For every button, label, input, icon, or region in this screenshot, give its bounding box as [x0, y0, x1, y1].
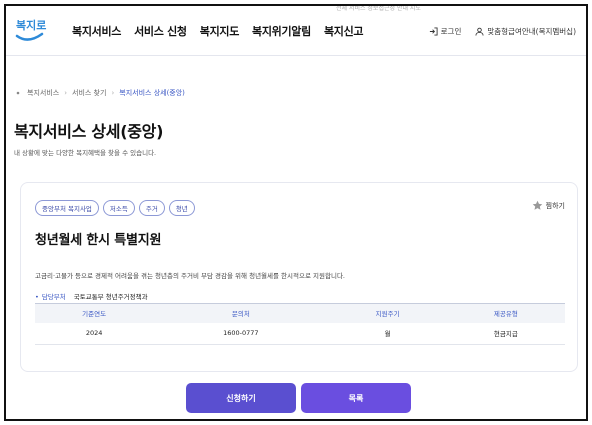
login-link[interactable]: 로그인 — [429, 26, 462, 37]
utility-menu: 로그인 맞춤형급여안내(복지멤버십) — [429, 26, 576, 37]
top-navigation-bar: 복지로 전체 서비스 정보접근성 안내 지도 복지서비스 서비스 신청 복지지도… — [6, 6, 586, 56]
department-info: 담당부처 국토교통부 청년주거정책과 — [35, 291, 148, 301]
breadcrumb-item-2[interactable]: 서비스 찾기 — [72, 88, 106, 98]
service-description: 고금리·고물가 등으로 경제적 어려움을 겪는 청년층의 주거비 부담 경감을 … — [35, 272, 345, 280]
favorite-label: 찜하기 — [545, 201, 565, 210]
department-label: 담당부처 — [35, 291, 66, 301]
main-nav: 복지서비스 서비스 신청 복지지도 복지위기알림 복지신고 — [72, 23, 364, 39]
breadcrumb-item-current: 복지서비스 상세(중앙) — [119, 89, 185, 97]
guide-link[interactable]: 맞춤형급여안내(복지멤버십) — [475, 26, 576, 37]
page-subtitle: 내 상황에 맞는 다양한 복지혜택을 찾을 수 있습니다. — [14, 149, 157, 157]
table-row: 2024 1600-0777 월 현금지급 — [35, 322, 565, 345]
cell-contact: 1600-0777 — [153, 322, 329, 345]
breadcrumb-item-1[interactable]: 복지서비스 — [27, 88, 59, 98]
tag-youth[interactable]: 청년 — [168, 200, 195, 216]
column-header-type: 제공유형 — [446, 303, 565, 323]
cell-cycle: 월 — [328, 322, 447, 345]
nav-welfare-map[interactable]: 복지지도 — [200, 23, 240, 39]
list-button[interactable]: 목록 — [301, 383, 411, 413]
column-header-year: 기준연도 — [35, 303, 154, 323]
tag-housing[interactable]: 주거 — [138, 200, 165, 216]
cell-type: 현금지급 — [446, 322, 565, 345]
table-header-row: 기준연도 문의처 지원주기 제공유형 — [35, 303, 565, 323]
home-icon[interactable] — [14, 89, 22, 97]
apply-button[interactable]: 신청하기 — [186, 383, 296, 413]
service-detail-card: 중앙부처 복지사업 저소득 주거 청년 찜하기 청년월세 한시 특별지원 고금리… — [20, 182, 578, 372]
login-icon — [429, 27, 438, 36]
column-header-contact: 문의처 — [153, 303, 329, 323]
chevron-right-icon: › — [64, 89, 68, 97]
nav-service-apply[interactable]: 서비스 신청 — [134, 23, 187, 39]
login-label: 로그인 — [440, 27, 462, 36]
column-header-cycle: 지원주기 — [328, 303, 447, 323]
logo-text: 복지로 — [16, 18, 46, 32]
logo[interactable]: 복지로 — [14, 14, 48, 46]
browser-frame: 복지로 전체 서비스 정보접근성 안내 지도 복지서비스 서비스 신청 복지지도… — [4, 4, 588, 421]
user-icon — [475, 27, 484, 36]
cell-year: 2024 — [35, 322, 154, 345]
favorite-button[interactable]: 찜하기 — [532, 200, 565, 211]
action-buttons: 신청하기 목록 — [186, 383, 411, 413]
tag-low-income[interactable]: 저소득 — [102, 200, 135, 216]
chevron-right-icon: › — [111, 89, 115, 97]
nav-crisis-alert[interactable]: 복지위기알림 — [252, 23, 311, 39]
department-value: 국토교통부 청년주거정책과 — [73, 293, 148, 301]
tag-central-ministry[interactable]: 중앙부처 복지사업 — [35, 200, 99, 216]
service-title: 청년월세 한시 특별지원 — [35, 233, 162, 248]
guide-label: 맞춤형급여안내(복지멤버십) — [487, 27, 576, 36]
page-title: 복지서비스 상세(중앙) — [14, 122, 164, 141]
star-icon — [532, 200, 542, 210]
nav-welfare-service[interactable]: 복지서비스 — [72, 23, 121, 39]
utility-top-links[interactable]: 전체 서비스 정보접근성 안내 지도 — [336, 6, 421, 12]
tag-list: 중앙부처 복지사업 저소득 주거 청년 — [35, 200, 195, 216]
breadcrumb: 복지서비스 › 서비스 찾기 › 복지서비스 상세(중앙) — [14, 88, 185, 98]
nav-welfare-report[interactable]: 복지신고 — [324, 23, 364, 39]
service-info-table: 기준연도 문의처 지원주기 제공유형 2024 1600-0777 월 현금지급 — [35, 303, 565, 345]
